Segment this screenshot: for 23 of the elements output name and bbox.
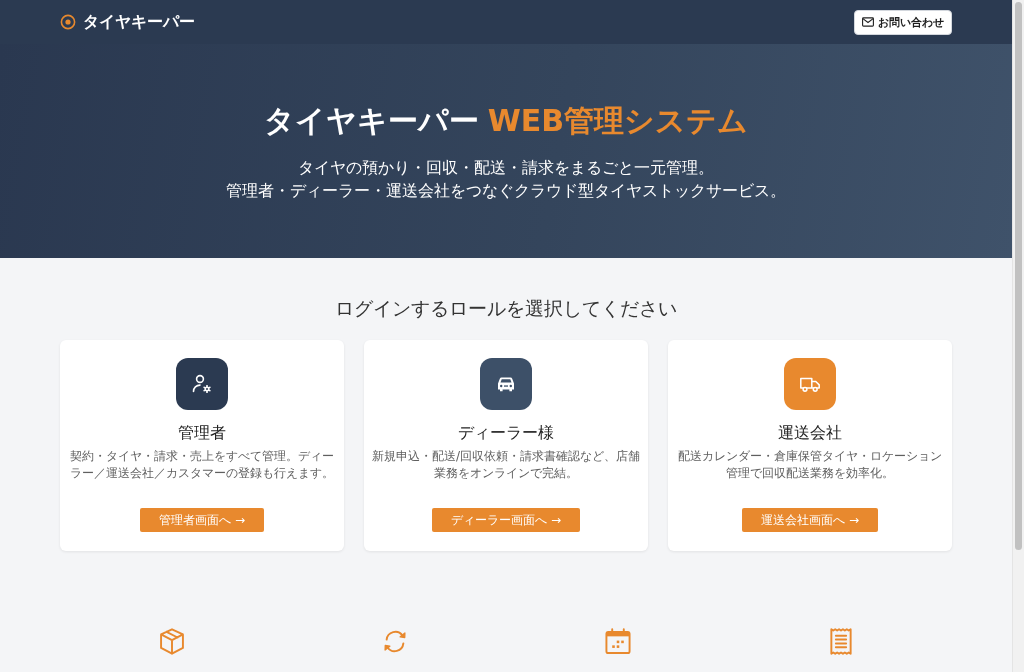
hero-subtitle: タイヤの預かり・回収・配送・請求をまるごと一元管理。 — [298, 157, 714, 179]
role-description: 新規申込・配送/回収依頼・請求書確認など、店舗業務をオンラインで完結。 — [371, 448, 641, 482]
hero-title-accent: WEB管理システム — [487, 102, 749, 140]
scrollbar-thumb[interactable] — [1015, 2, 1022, 550]
role-title: 管理者 — [178, 422, 226, 444]
box-icon — [158, 628, 185, 655]
role-description: 配送カレンダー・倉庫保管タイヤ・ロケーション管理で回収配送業務を効率化。 — [677, 448, 943, 482]
calendar-icon — [604, 628, 631, 655]
role-title: ディーラー様 — [458, 422, 554, 444]
role-description: 契約・タイヤ・請求・売上をすべて管理。ディーラー／運送会社／カスタマーの登録も行えます。 — [69, 448, 335, 482]
receipt-icon — [827, 628, 854, 655]
brand-name: タイヤキーパー — [83, 12, 195, 32]
sync-icon — [381, 628, 408, 655]
contact-button[interactable]: お問い合わせ — [854, 9, 952, 35]
role-prompt: ログインするロールを選択してください — [335, 296, 677, 321]
hero-title: タイヤキーパー — [263, 102, 479, 140]
hero-subtitle: 管理者・ディーラー・運送会社をつなぐクラウド型タイヤストックサービス。 — [226, 180, 786, 202]
mail-icon — [862, 17, 874, 27]
logo-icon — [60, 14, 76, 30]
role-login-button[interactable]: ディーラー画面へ → — [432, 508, 580, 532]
role-title: 運送会社 — [778, 422, 842, 444]
role-login-button[interactable]: 運送会社画面へ → — [742, 508, 878, 532]
role-login-button[interactable]: 管理者画面へ → — [140, 508, 264, 532]
